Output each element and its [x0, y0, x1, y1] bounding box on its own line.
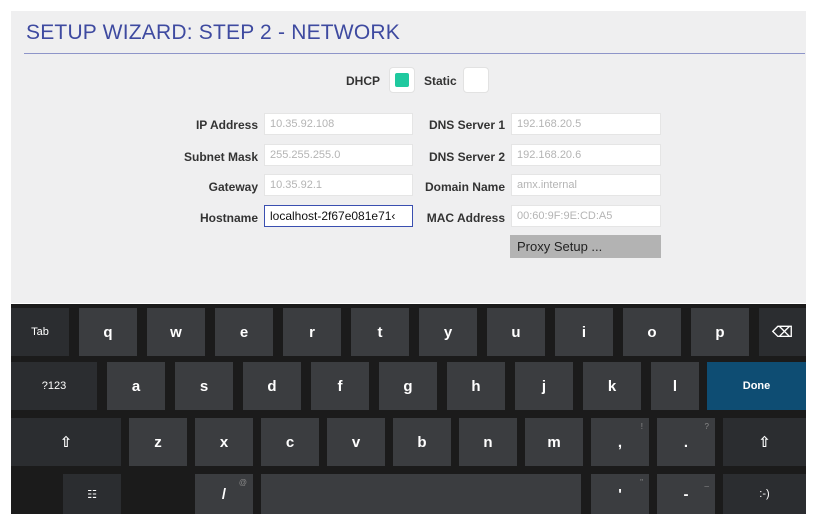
key-o[interactable]: o	[623, 308, 681, 356]
key-e[interactable]: e	[215, 308, 273, 356]
ip-address-label: IP Address	[195, 118, 258, 132]
key-backspace[interactable]: ⌫	[759, 308, 806, 356]
key-a[interactable]: a	[107, 362, 165, 410]
shift-icon: ⇧	[59, 434, 73, 451]
key-x[interactable]: x	[195, 418, 253, 466]
dhcp-checkbox[interactable]	[389, 67, 415, 93]
key-dash[interactable]: - _	[657, 474, 715, 514]
key-j[interactable]: j	[515, 362, 573, 410]
key-shift-left[interactable]: ⇧	[11, 418, 121, 466]
key-b[interactable]: b	[393, 418, 451, 466]
key-space[interactable]	[261, 474, 581, 514]
underscore-hint: _	[704, 478, 709, 487]
mac-address-label: MAC Address	[426, 211, 505, 225]
dhcp-label: DHCP	[346, 74, 381, 88]
static-checkbox[interactable]	[463, 67, 489, 93]
key-w[interactable]: w	[147, 308, 205, 356]
key-g[interactable]: g	[379, 362, 437, 410]
proxy-setup-button[interactable]: Proxy Setup ...	[510, 235, 661, 258]
dns-server-1-label: DNS Server 1	[428, 118, 505, 132]
key-s[interactable]: s	[175, 362, 233, 410]
key-period[interactable]: . ?	[657, 418, 715, 466]
key-r[interactable]: r	[283, 308, 341, 356]
shift-icon: ⇧	[758, 434, 771, 451]
key-smiley[interactable]: :-)	[723, 474, 806, 514]
backspace-icon: ⌫	[771, 324, 794, 341]
key-l[interactable]: l	[651, 362, 699, 410]
key-i[interactable]: i	[555, 308, 613, 356]
settings-icon: ☷	[87, 488, 97, 501]
mac-address-field: 00:60:9F:9E:CD:A5	[511, 205, 661, 227]
page-title: SETUP WIZARD: STEP 2 - NETWORK	[26, 21, 400, 44]
dns-server-1-field[interactable]: 192.168.20.5	[511, 113, 661, 135]
exclamation-hint: !	[640, 422, 643, 431]
key-k[interactable]: k	[583, 362, 641, 410]
key-v[interactable]: v	[327, 418, 385, 466]
key-q[interactable]: q	[79, 308, 137, 356]
slash-label: /	[221, 485, 227, 503]
key-apostrophe[interactable]: ' "	[591, 474, 649, 514]
key-comma[interactable]: , !	[591, 418, 649, 466]
key-slash[interactable]: / @	[195, 474, 253, 514]
key-tab[interactable]: Tab	[11, 308, 69, 356]
dhcp-selected-indicator	[395, 73, 409, 87]
key-t[interactable]: t	[351, 308, 409, 356]
hostname-label: Hostname	[199, 211, 258, 225]
key-m[interactable]: m	[525, 418, 583, 466]
quote-hint: "	[640, 478, 643, 487]
key-y[interactable]: y	[419, 308, 477, 356]
key-p[interactable]: p	[691, 308, 749, 356]
key-symbols[interactable]: ?123	[11, 362, 97, 410]
on-screen-keyboard: Tab q w e r t y u i o p ⌫ ?123 a s d f g…	[11, 304, 806, 514]
title-divider	[24, 53, 805, 54]
key-z[interactable]: z	[129, 418, 187, 466]
static-label: Static	[424, 74, 457, 88]
gateway-label: Gateway	[208, 180, 258, 194]
key-f[interactable]: f	[311, 362, 369, 410]
comma-label: ,	[617, 433, 623, 451]
key-shift-right[interactable]: ⇧	[723, 418, 806, 466]
subnet-mask-label: Subnet Mask	[183, 150, 258, 164]
key-done[interactable]: Done	[707, 362, 806, 410]
period-label: .	[683, 433, 689, 451]
key-h[interactable]: h	[447, 362, 505, 410]
at-hint: @	[238, 478, 247, 487]
key-u[interactable]: u	[487, 308, 545, 356]
dns-server-2-field[interactable]: 192.168.20.6	[511, 144, 661, 166]
key-settings[interactable]: ☷	[63, 474, 121, 514]
dash-label: -	[683, 485, 689, 503]
key-d[interactable]: d	[243, 362, 301, 410]
dns-server-2-label: DNS Server 2	[428, 150, 505, 164]
question-hint: ?	[704, 422, 709, 431]
apostrophe-label: '	[618, 485, 622, 503]
key-c[interactable]: c	[261, 418, 319, 466]
key-n[interactable]: n	[459, 418, 517, 466]
domain-name-label: Domain Name	[424, 180, 505, 194]
domain-name-field[interactable]: amx.internal	[511, 174, 661, 196]
